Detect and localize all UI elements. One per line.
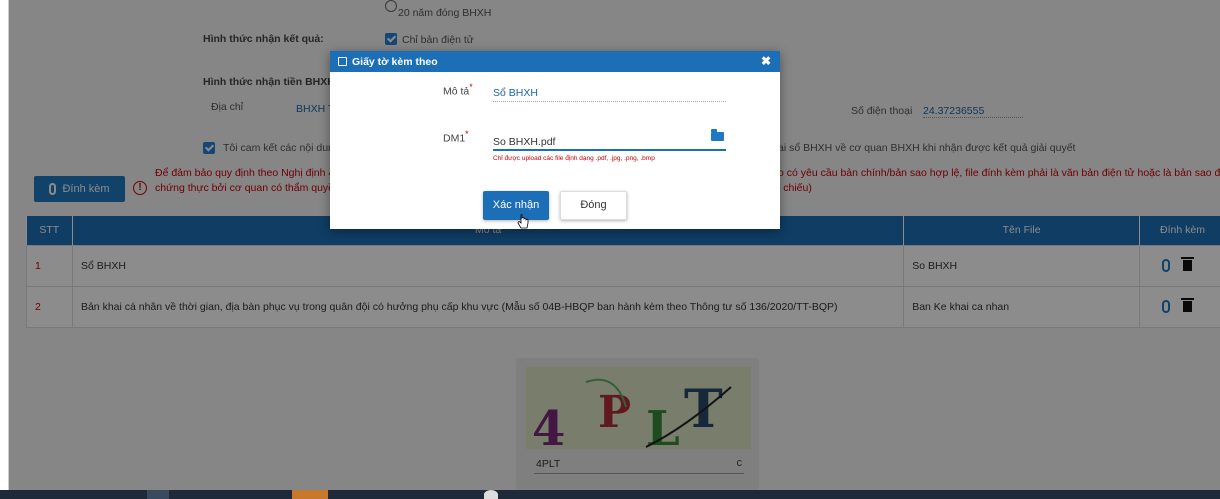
mo-ta-field[interactable]: Sổ BHXH: [493, 84, 726, 102]
required-mark: *: [469, 82, 473, 92]
dm1-label: DM1*: [443, 129, 469, 145]
taskbar-app-icon[interactable]: [147, 490, 169, 499]
required-mark: *: [465, 129, 469, 139]
dm1-value: So BHXH.pdf: [493, 136, 556, 148]
dialog-header: Giấy tờ kèm theo ✖: [330, 51, 780, 72]
mo-ta-value: Sổ BHXH: [493, 87, 538, 99]
taskbar-app-icon[interactable]: [292, 490, 328, 499]
edit-icon: [338, 57, 347, 66]
attachment-dialog: Giấy tờ kèm theo ✖ Mô tả* Sổ BHXH DM1* S…: [330, 51, 780, 229]
mo-ta-label-text: Mô tả: [443, 85, 470, 98]
dm1-field[interactable]: So BHXH.pdf: [493, 133, 726, 151]
folder-icon[interactable]: [711, 129, 724, 141]
hand-cursor-icon: [517, 214, 529, 229]
dm1-label-text: DM1: [443, 132, 466, 145]
mo-ta-label: Mô tả*: [443, 82, 473, 98]
taskbar: [0, 490, 1220, 499]
close-icon[interactable]: ✖: [761, 54, 771, 68]
dialog-title: Giấy tờ kèm theo: [352, 55, 438, 68]
upload-hint: Chỉ được upload các file định dạng .pdf,…: [493, 155, 655, 162]
confirm-button[interactable]: Xác nhận: [483, 191, 549, 220]
taskbar-app-icon[interactable]: [484, 490, 498, 499]
cancel-button[interactable]: Đóng: [560, 191, 627, 220]
